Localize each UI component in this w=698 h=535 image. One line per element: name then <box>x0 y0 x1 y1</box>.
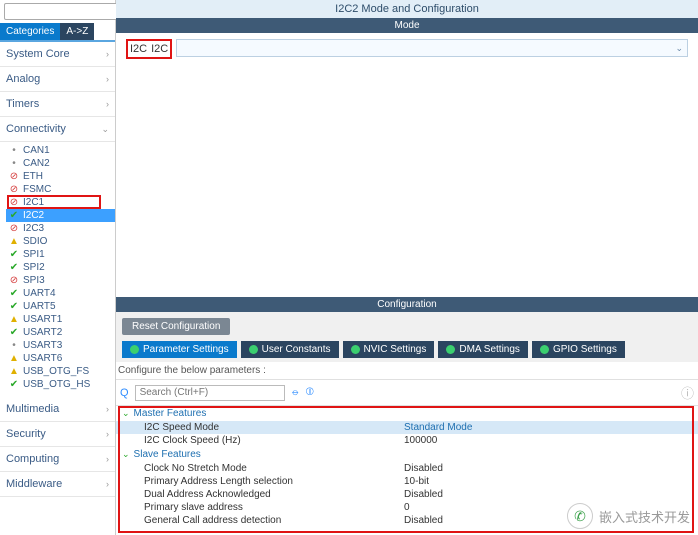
config-header: Configuration <box>116 297 698 312</box>
configure-note: Configure the below parameters : <box>116 362 698 379</box>
chevron-down-icon: ⌄ <box>101 124 109 135</box>
tree-item-spi1[interactable]: ✔SPI1 <box>6 248 115 261</box>
connectivity-tree: CAN1 CAN2 ⊘ETH ⊘FSMC ⊘I2C1 ✔I2C2 ⊘I2C3 ▲… <box>0 142 115 397</box>
tree-item-usart2[interactable]: ✔USART2 <box>6 326 115 339</box>
status-dot-icon <box>130 345 139 354</box>
param-i2c-clock-speed[interactable]: I2C Clock Speed (Hz)100000 <box>116 434 698 447</box>
main-panel: I2C2 Mode and Configuration Mode I2C I2C… <box>116 0 698 535</box>
reset-configuration-button[interactable]: Reset Configuration <box>122 318 230 335</box>
tree-item-i2c2[interactable]: ✔I2C2 <box>6 209 115 222</box>
warning-icon: ▲ <box>9 353 19 364</box>
chevron-down-icon: ⌄ <box>122 449 130 460</box>
cat-security[interactable]: Security› <box>0 422 115 447</box>
tree-item-usart3[interactable]: USART3 <box>6 339 115 352</box>
disabled-icon: ⊘ <box>9 223 19 234</box>
cat-timers[interactable]: Timers› <box>0 92 115 117</box>
tree-item-spi2[interactable]: ✔SPI2 <box>6 261 115 274</box>
sidebar: ⚙ Categories A->Z System Core› Analog› T… <box>0 0 116 535</box>
check-icon: ✔ <box>9 379 19 390</box>
param-general-call[interactable]: General Call address detectionDisabled <box>116 514 698 527</box>
group-master-features[interactable]: ⌄Master Features <box>116 406 698 421</box>
tab-user-constants[interactable]: User Constants <box>241 341 339 358</box>
dot-icon <box>9 340 19 351</box>
param-primary-addr-len[interactable]: Primary Address Length selection10-bit <box>116 475 698 488</box>
tab-dma-settings[interactable]: DMA Settings <box>438 341 528 358</box>
param-primary-slave-addr[interactable]: Primary slave address0 <box>116 501 698 514</box>
param-search-input[interactable] <box>135 385 285 401</box>
chevron-down-icon: ⌄ <box>122 408 130 419</box>
status-dot-icon <box>351 345 360 354</box>
cat-connectivity[interactable]: Connectivity⌄ <box>0 117 115 142</box>
status-dot-icon <box>540 345 549 354</box>
dot-icon <box>9 158 19 169</box>
chevron-right-icon: › <box>106 49 109 59</box>
tree-item-sdio[interactable]: ▲SDIO <box>6 235 115 248</box>
collapse-icon[interactable]: ⦵ <box>291 386 300 399</box>
mode-header: Mode <box>116 18 698 33</box>
chevron-right-icon: › <box>106 454 109 464</box>
chevron-right-icon: › <box>106 479 109 489</box>
warning-icon: ▲ <box>9 236 19 247</box>
tree-item-spi3[interactable]: ⊘SPI3 <box>6 274 115 287</box>
param-dual-address-ack[interactable]: Dual Address AcknowledgedDisabled <box>116 488 698 501</box>
disabled-icon: ⊘ <box>9 275 19 286</box>
cat-computing[interactable]: Computing› <box>0 447 115 472</box>
disabled-icon: ⊘ <box>9 197 19 208</box>
disabled-icon: ⊘ <box>9 184 19 195</box>
param-i2c-speed-mode[interactable]: I2C Speed ModeStandard Mode <box>116 421 698 434</box>
tree-item-can2[interactable]: CAN2 <box>6 157 115 170</box>
tree-item-usart1[interactable]: ▲USART1 <box>6 313 115 326</box>
check-icon: ✔ <box>9 301 19 312</box>
expand-icon[interactable]: ⦶ <box>306 386 314 399</box>
mode-label: I2C <box>130 43 147 55</box>
cat-middleware[interactable]: Middleware› <box>0 472 115 497</box>
tree-item-uart4[interactable]: ✔UART4 <box>6 287 115 300</box>
check-icon: ✔ <box>9 210 19 221</box>
status-dot-icon <box>446 345 455 354</box>
chevron-down-icon: ⌄ <box>675 43 683 54</box>
tab-parameter-settings[interactable]: Parameter Settings <box>122 341 237 358</box>
disabled-icon: ⊘ <box>9 171 19 182</box>
tree-item-fsmc[interactable]: ⊘FSMC <box>6 183 115 196</box>
tab-gpio-settings[interactable]: GPIO Settings <box>532 341 625 358</box>
chevron-right-icon: › <box>106 99 109 109</box>
tree-item-uart5[interactable]: ✔UART5 <box>6 300 115 313</box>
dot-icon <box>9 145 19 156</box>
tree-item-usb-otg-fs[interactable]: ▲USB_OTG_FS <box>6 365 115 378</box>
chevron-right-icon: › <box>106 74 109 84</box>
chevron-right-icon: › <box>106 429 109 439</box>
tree-item-eth[interactable]: ⊘ETH <box>6 170 115 183</box>
warning-icon: ▲ <box>9 314 19 325</box>
parameter-table: ⌄Master Features I2C Speed ModeStandard … <box>116 406 698 535</box>
check-icon: ✔ <box>9 327 19 338</box>
cat-system-core[interactable]: System Core› <box>0 42 115 67</box>
chevron-right-icon: › <box>106 404 109 414</box>
cat-multimedia[interactable]: Multimedia› <box>0 397 115 422</box>
tab-a-to-z[interactable]: A->Z <box>60 23 94 40</box>
page-title: I2C2 Mode and Configuration <box>116 0 698 18</box>
tab-nvic-settings[interactable]: NVIC Settings <box>343 341 435 358</box>
status-dot-icon <box>249 345 258 354</box>
tree-item-usb-otg-hs[interactable]: ✔USB_OTG_HS <box>6 378 115 391</box>
tree-item-i2c1[interactable]: ⊘I2C1 <box>6 196 115 209</box>
tree-item-i2c3[interactable]: ⊘I2C3 <box>6 222 115 235</box>
tree-item-can1[interactable]: CAN1 <box>6 144 115 157</box>
cat-analog[interactable]: Analog› <box>0 67 115 92</box>
check-icon: ✔ <box>9 249 19 260</box>
warning-icon: ▲ <box>9 366 19 377</box>
mode-value: I2C <box>151 43 168 55</box>
tree-item-usart6[interactable]: ▲USART6 <box>6 352 115 365</box>
check-icon: ✔ <box>9 262 19 273</box>
search-icon[interactable]: Q <box>120 387 129 399</box>
tab-categories[interactable]: Categories <box>0 23 60 40</box>
mode-select[interactable]: ⌄ <box>176 39 688 59</box>
check-icon: ✔ <box>9 288 19 299</box>
group-slave-features[interactable]: ⌄Slave Features <box>116 447 698 462</box>
mode-highlight-box: I2C I2C <box>126 39 172 59</box>
param-clock-no-stretch[interactable]: Clock No Stretch ModeDisabled <box>116 462 698 475</box>
info-icon[interactable]: ⓘ <box>681 383 694 402</box>
